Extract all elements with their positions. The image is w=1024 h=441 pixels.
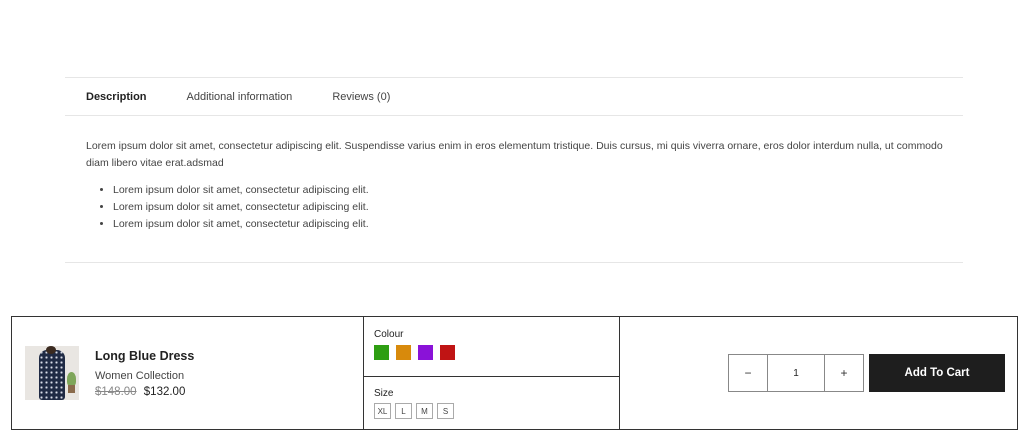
bullet-item: Lorem ipsum dolor sit amet, consectetur … xyxy=(113,216,942,233)
tab-reviews[interactable]: Reviews (0) xyxy=(332,91,390,103)
size-option-m[interactable]: M xyxy=(416,403,433,419)
tab-description[interactable]: Description xyxy=(86,91,147,103)
size-option-xl[interactable]: XL xyxy=(374,403,391,419)
increase-quantity-button[interactable]: + xyxy=(825,355,863,391)
bullet-item: Lorem ipsum dolor sit amet, consectetur … xyxy=(113,199,942,216)
size-option-l[interactable]: L xyxy=(395,403,412,419)
product-options: Colour Size XL L M S xyxy=(364,317,620,429)
colour-swatches xyxy=(374,345,619,360)
bullet-item: Lorem ipsum dolor sit amet, consectetur … xyxy=(113,182,942,199)
tabs-bar: Description Additional information Revie… xyxy=(65,78,963,116)
description-text: Lorem ipsum dolor sit amet, consectetur … xyxy=(86,140,943,169)
description-bullets: Lorem ipsum dolor sit amet, consectetur … xyxy=(86,182,942,233)
cart-actions: − 1 + Add To Cart xyxy=(620,317,1017,429)
size-option-s[interactable]: S xyxy=(437,403,454,419)
decrease-quantity-button[interactable]: − xyxy=(729,355,767,391)
sale-price: $132.00 xyxy=(143,385,186,398)
price-row: $148.00 $132.00 xyxy=(95,386,194,398)
size-options: XL L M S xyxy=(374,403,619,419)
colour-selector: Colour xyxy=(364,317,619,377)
colour-swatch-green[interactable] xyxy=(374,345,389,360)
product-thumbnail[interactable] xyxy=(25,346,79,400)
description-panel: Lorem ipsum dolor sit amet, consectetur … xyxy=(65,116,963,233)
colour-swatch-red[interactable] xyxy=(440,345,455,360)
size-selector: Size XL L M S xyxy=(364,377,619,429)
product-tabs: Description Additional information Revie… xyxy=(65,77,963,263)
colour-label: Colour xyxy=(374,329,404,340)
colour-swatch-orange[interactable] xyxy=(396,345,411,360)
quantity-stepper: − 1 + xyxy=(728,354,864,392)
quantity-input[interactable]: 1 xyxy=(767,355,825,391)
product-collection: Women Collection xyxy=(95,369,185,382)
old-price: $148.00 xyxy=(95,385,137,398)
product-summary: Long Blue Dress Women Collection $148.00… xyxy=(12,317,364,429)
product-name[interactable]: Long Blue Dress xyxy=(95,349,194,363)
product-info: Long Blue Dress Women Collection $148.00… xyxy=(95,349,194,398)
colour-swatch-purple[interactable] xyxy=(418,345,433,360)
tab-additional-information[interactable]: Additional information xyxy=(187,91,293,103)
size-label: Size xyxy=(374,388,394,399)
sticky-add-to-cart-bar: Long Blue Dress Women Collection $148.00… xyxy=(11,316,1018,430)
add-to-cart-button[interactable]: Add To Cart xyxy=(869,354,1005,392)
